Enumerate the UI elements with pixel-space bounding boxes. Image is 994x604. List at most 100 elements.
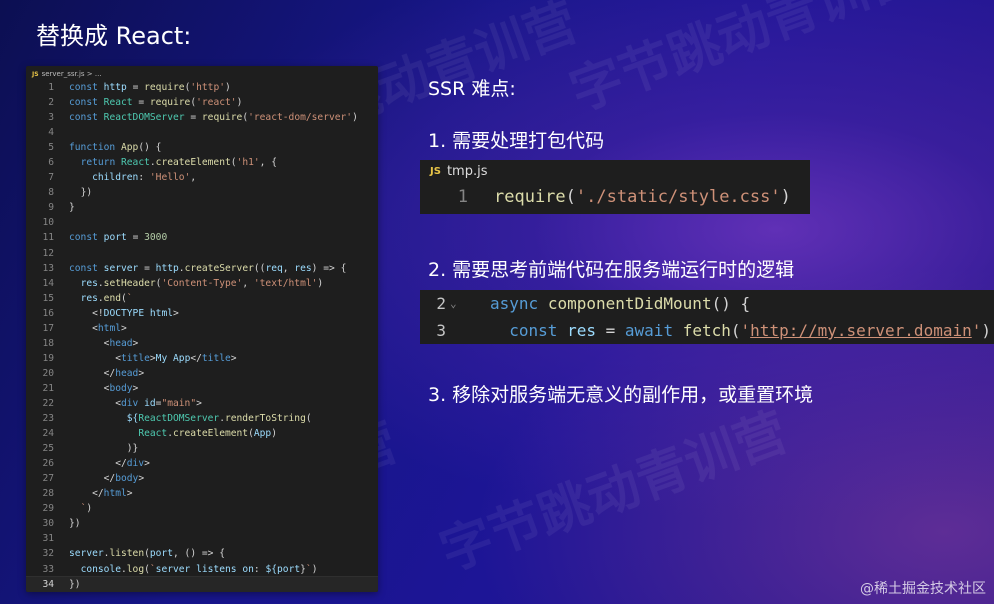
code-line[interactable]: 12 — [26, 246, 378, 261]
js-file-icon: JS — [430, 165, 441, 177]
code-line[interactable]: 4 — [26, 125, 378, 140]
snippet-line: 2 ⌄ async componentDidMount() { — [420, 290, 994, 317]
code-line[interactable]: 32 server.listen(port, () => { — [26, 546, 378, 561]
code-text: </div> — [115, 458, 150, 470]
code-line[interactable]: 31 — [26, 531, 378, 546]
line-number: 18 — [42, 337, 54, 349]
point-1: 1. 需要处理打包代码 — [428, 130, 605, 152]
watermark-text: 字节跳动青训营 — [432, 402, 796, 584]
snippet-code: const res = await fetch('http://my.serve… — [509, 321, 992, 340]
code-text: React.createElement(App) — [138, 428, 277, 440]
code-line[interactable]: 5 function App() { — [26, 140, 378, 155]
code-line[interactable]: 16 <!DOCTYPE html> — [26, 306, 378, 321]
code-line[interactable]: 9} — [26, 200, 378, 215]
code-line[interactable]: 10 — [26, 215, 378, 230]
code-text: const http = require('http') — [69, 82, 231, 93]
code-text: const server = http.createServer((req, r… — [69, 262, 347, 274]
code-line[interactable]: 2 const React = require('react') — [26, 95, 378, 110]
line-number: 4 — [48, 127, 54, 139]
code-text: <html> — [92, 322, 127, 334]
code-line[interactable]: 18 <head> — [26, 336, 378, 351]
code-line[interactable]: 3 const ReactDOMServer = require('react-d… — [26, 110, 378, 125]
code-line[interactable]: 11 const port = 3000 — [26, 230, 378, 245]
line-number: 30 — [42, 518, 54, 530]
code-text: const React = require('react') — [69, 97, 243, 109]
code-text: }) — [69, 578, 81, 590]
footer-watermark: @稀土掘金技术社区 — [860, 581, 986, 597]
line-number: 7 — [48, 172, 54, 184]
code-line[interactable]: 28 </html> — [26, 486, 378, 501]
line-number: 16 — [42, 307, 54, 319]
code-line[interactable]: 22 <div id="main"> — [26, 396, 378, 411]
code-line[interactable]: 27 </body> — [26, 471, 378, 486]
code-line[interactable]: 14 res.setHeader('Content-Type', 'text/h… — [26, 276, 378, 291]
snippet-line: 1 require('./static/style.css') — [420, 182, 810, 212]
line-number: 23 — [42, 413, 54, 425]
code-line[interactable]: 1 const http = require('http') — [26, 80, 378, 95]
code-line[interactable]: 17 <html> — [26, 321, 378, 336]
code-text: `) — [80, 503, 93, 515]
point-3: 3. 移除对服务端无意义的副作用，或重置环境 — [428, 384, 814, 406]
editor-tab-label: server_ssr.js > ... — [41, 70, 102, 78]
code-text: <div id="main"> — [115, 397, 202, 409]
line-number: 14 — [42, 277, 54, 289]
watermark-text: 字节跳动青训营 — [562, 0, 926, 124]
code-line[interactable]: 15 res.end(` — [26, 291, 378, 306]
code-text: </body> — [103, 473, 145, 485]
code-line[interactable]: 23 ${ReactDOMServer.renderToString( — [26, 411, 378, 426]
snippet-code: async componentDidMount() { — [490, 294, 751, 313]
code-text: ${ReactDOMServer.renderToString( — [126, 413, 312, 425]
code-line[interactable]: 24 React.createElement(App) — [26, 426, 378, 441]
line-number: 10 — [42, 217, 54, 229]
code-line[interactable]: 29 `) — [26, 501, 378, 516]
code-line[interactable]: 19 <title>My App</title> — [26, 351, 378, 366]
line-number: 31 — [42, 533, 54, 545]
line-number: 34 — [42, 578, 54, 590]
page-title: 替换成 React: — [36, 22, 192, 50]
code-text: <head> — [103, 337, 139, 349]
code-line[interactable]: 34}) — [26, 575, 378, 592]
line-number: 3 — [436, 321, 446, 340]
code-line[interactable]: 21 <body> — [26, 381, 378, 396]
code-line[interactable]: 25 )} — [26, 441, 378, 456]
code-text: )} — [126, 443, 139, 455]
line-number: 2 — [436, 294, 446, 313]
line-number: 1 — [48, 82, 54, 93]
snippet-code: require('./static/style.css') — [494, 187, 791, 207]
editor-tab[interactable]: JS server_ssr.js > ... — [26, 66, 378, 80]
line-number: 29 — [42, 503, 54, 515]
line-number: 20 — [42, 367, 54, 379]
fold-chevron-icon: ⌄ — [450, 297, 457, 310]
code-snippet-1: JS tmp.js 1 require('./static/style.css'… — [420, 160, 810, 214]
line-number: 2 — [48, 97, 54, 109]
code-line[interactable]: 7 children: 'Hello', — [26, 170, 378, 185]
snippet-tab-label: tmp.js — [446, 163, 488, 179]
snippet-tab: JS tmp.js — [420, 160, 810, 182]
code-text: const ReactDOMServer = require('react-do… — [69, 112, 358, 124]
code-line[interactable]: 13 const server = http.createServer((req,… — [26, 261, 378, 276]
code-text: res.end(` — [80, 292, 133, 304]
code-lines[interactable]: 1 const http = require('http') 2 const Reac… — [26, 80, 378, 592]
line-number: 33 — [42, 563, 54, 575]
code-text: res.setHeader('Content-Type', 'text/html… — [80, 277, 324, 289]
line-number: 1 — [457, 187, 468, 207]
code-line[interactable]: 30}) — [26, 516, 378, 531]
code-line[interactable]: 20 </head> — [26, 366, 378, 381]
code-editor-panel[interactable]: JS server_ssr.js > ... 1 const http = req… — [26, 66, 378, 592]
line-number: 25 — [42, 443, 54, 455]
code-line[interactable]: 26 </div> — [26, 456, 378, 471]
line-number: 8 — [48, 187, 54, 199]
code-text: }) — [69, 518, 81, 530]
code-line[interactable]: 33 console.log(`server listens on: ${por… — [26, 562, 378, 577]
ssr-heading: SSR 难点: — [428, 78, 516, 100]
line-number: 24 — [42, 428, 54, 440]
line-number: 13 — [42, 262, 54, 274]
code-line[interactable]: 8 }) — [26, 185, 378, 200]
code-line[interactable]: 6 return React.createElement('h1', { — [26, 155, 378, 170]
line-number: 6 — [48, 157, 54, 169]
code-text: }) — [80, 187, 93, 199]
code-snippet-2: 2 ⌄ async componentDidMount() { 3 const … — [420, 290, 994, 344]
line-number: 22 — [42, 397, 54, 409]
line-number: 15 — [42, 292, 54, 304]
line-number: 19 — [42, 352, 54, 364]
